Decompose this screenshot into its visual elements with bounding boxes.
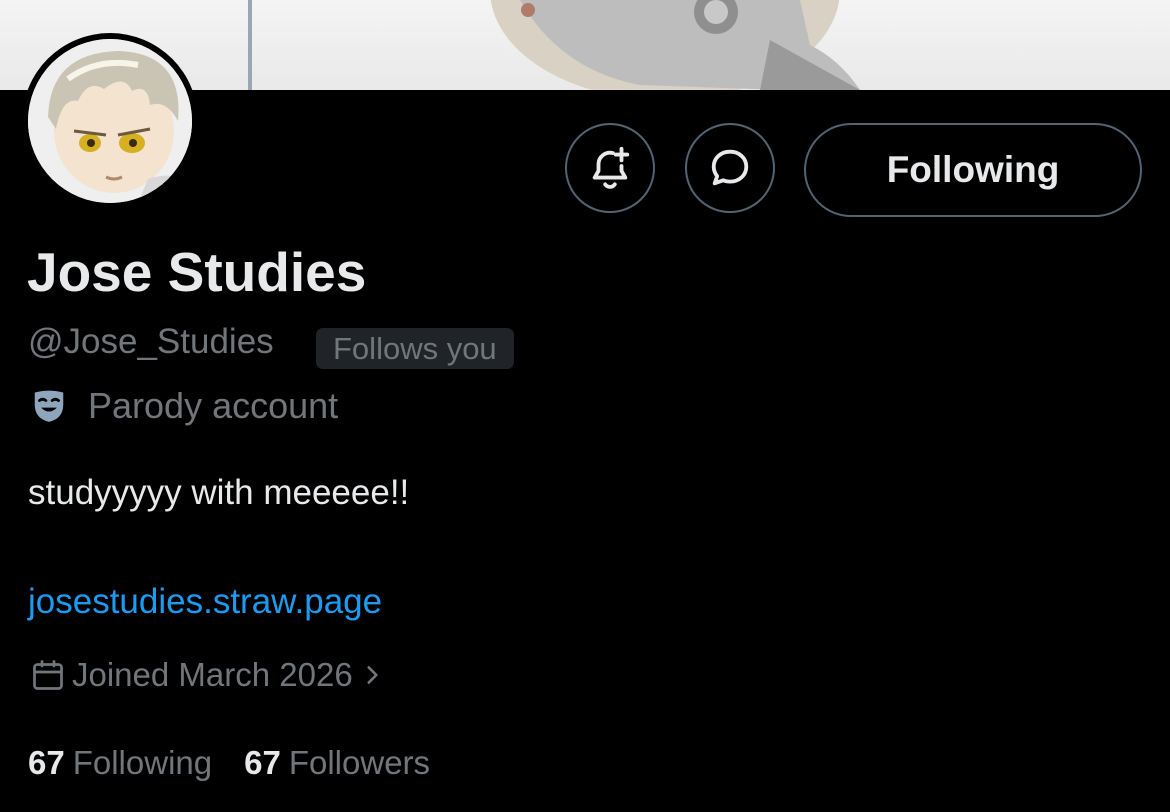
website-link[interactable]: josestudies.straw.page	[28, 582, 382, 622]
bio: studyyyyy with meeeee!!	[28, 473, 410, 512]
avatar-artwork	[28, 39, 192, 203]
message-button[interactable]	[685, 123, 775, 213]
followers-count: 67	[244, 744, 281, 781]
following-button[interactable]: Following	[804, 123, 1142, 217]
notifications-button[interactable]	[565, 123, 655, 213]
display-name: Jose Studies	[27, 241, 367, 303]
joined-date[interactable]: Joined March 2026	[30, 656, 385, 694]
joined-text: Joined March 2026	[72, 656, 353, 693]
followers-stat[interactable]: 67 Followers	[244, 744, 430, 782]
following-stat[interactable]: 67 Following	[28, 744, 212, 782]
following-stat-label: Following	[72, 744, 213, 781]
following-button-label: Following	[886, 149, 1060, 190]
parody-label: Parody account	[30, 384, 338, 428]
followers-stat-label: Followers	[288, 744, 431, 781]
message-bubble-icon	[711, 149, 749, 186]
chevron-right-icon	[367, 666, 378, 684]
avatar[interactable]	[22, 33, 198, 209]
following-count: 67	[28, 744, 65, 781]
parody-mask-icon	[34, 390, 64, 422]
username: @Jose_Studies	[28, 322, 274, 361]
calendar-icon	[33, 660, 63, 690]
follows-you-badge: Follows you	[316, 328, 514, 369]
follow-stats: 67 Following 67 Followers	[28, 744, 430, 782]
parody-text: Parody account	[88, 385, 339, 426]
bell-plus-icon	[592, 146, 630, 189]
